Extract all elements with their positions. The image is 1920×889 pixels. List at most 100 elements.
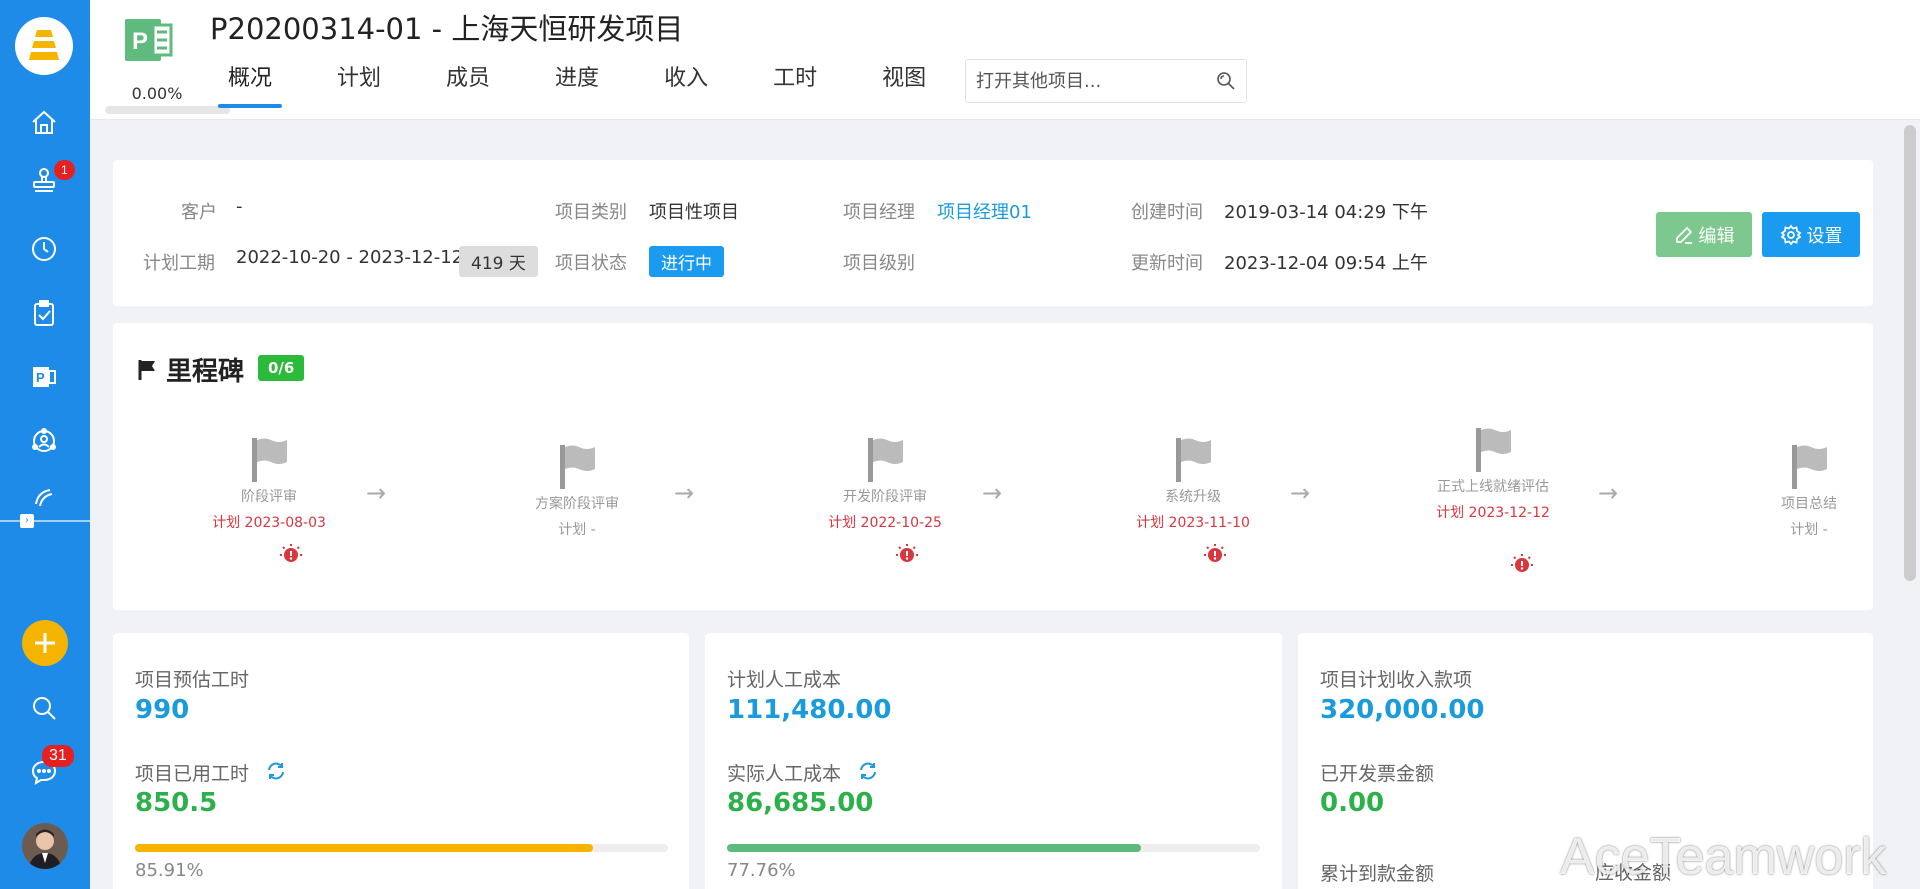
tab-progress[interactable]: 进度 (545, 62, 609, 112)
project-file-icon: P (125, 15, 175, 65)
milestone-plan: 计划 - (1790, 522, 1828, 538)
hours-progress-fill (135, 844, 593, 852)
settings-button[interactable]: 设置 (1762, 212, 1860, 257)
project-icon[interactable]: P (24, 357, 64, 397)
customer-value: - (236, 196, 243, 217)
settings-label: 设置 (1806, 225, 1843, 247)
tools-icon[interactable] (24, 486, 64, 506)
tab-members[interactable]: 成员 (436, 62, 500, 112)
clock-icon[interactable] (24, 229, 64, 269)
status-label: 项目状态 (555, 253, 627, 274)
tab-view[interactable]: 视图 (872, 62, 936, 112)
svg-text:P: P (132, 28, 148, 55)
notification-badge: 1 (54, 160, 75, 180)
created-label: 创建时间 (1131, 202, 1203, 223)
project-progress-value: 0.00% (131, 84, 183, 103)
team-icon[interactable] (24, 421, 64, 461)
cost-stat-card: 计划人工成本 111,480.00 实际人工成本 86,685.00 77.76… (705, 633, 1282, 889)
milestone-flag-icon (868, 438, 903, 482)
sidebar: 1 P › 31 (0, 0, 90, 889)
milestone-flag-icon (560, 445, 595, 489)
period-label: 计划工期 (143, 253, 215, 274)
flag-icon (138, 359, 155, 380)
plus-icon (35, 633, 55, 653)
category-label: 项目类别 (555, 202, 627, 223)
cost-percent: 77.76% (727, 860, 796, 881)
status-badge: 进行中 (649, 246, 724, 277)
milestone-count-badge: 0/6 (258, 355, 305, 381)
hours-percent: 85.91% (135, 860, 204, 881)
milestone-title: 里程碑 (136, 351, 244, 388)
project-search (965, 59, 1247, 103)
level-label: 项目级别 (843, 253, 915, 274)
manager-link[interactable]: 项目经理01 (937, 198, 1032, 224)
project-header: P 0.00% P20200314-01 - 上海天恒研发项目 概况 计划 成员… (90, 0, 1920, 120)
milestone-item[interactable]: 阶段评审 计划 2023-08-03 (199, 436, 339, 532)
search-icon[interactable] (1216, 71, 1236, 95)
received-label: 累计到款金额 (1320, 863, 1435, 885)
est-hours-label: 项目预估工时 (135, 669, 250, 691)
milestone-flag-icon (252, 438, 287, 482)
overdue-warning-icon (1510, 553, 1534, 581)
milestone-item[interactable]: 正式上线就绪评估 计划 2023-12-12 (1431, 426, 1555, 522)
milestone-name: 开发阶段评审 (843, 489, 927, 505)
tab-income[interactable]: 收入 (654, 62, 718, 112)
page-scrollbar[interactable] (1904, 125, 1916, 581)
updated-label: 更新时间 (1131, 253, 1203, 274)
message-badge: 31 (42, 745, 74, 767)
milestone-flag-icon (1176, 438, 1211, 482)
sidebar-divider (0, 520, 90, 522)
milestone-item[interactable]: 开发阶段评审 计划 2022-10-25 (815, 436, 955, 532)
milestone-plan: 计划 - (558, 522, 596, 538)
project-progress-bar (105, 106, 230, 114)
svg-text:P: P (36, 370, 45, 385)
clipboard-check-icon[interactable] (24, 293, 64, 333)
tab-hours[interactable]: 工时 (763, 62, 827, 112)
user-avatar[interactable] (22, 823, 68, 869)
category-value: 项目性项目 (649, 202, 739, 223)
arrow-right-icon: → (1290, 479, 1311, 507)
app-logo[interactable] (15, 17, 73, 75)
project-search-input[interactable] (966, 60, 1196, 102)
manager-label: 项目经理 (843, 202, 915, 223)
milestone-item[interactable]: 项目总结 计划 - (1739, 443, 1879, 539)
milestone-name: 正式上线就绪评估 (1437, 479, 1549, 495)
milestone-title-text: 里程碑 (166, 357, 245, 387)
milestone-name: 方案阶段评审 (535, 496, 619, 512)
refresh-icon[interactable] (857, 760, 879, 786)
arrow-right-icon: → (366, 479, 387, 507)
milestone-plan: 计划 2022-10-25 (828, 515, 942, 531)
tab-plan[interactable]: 计划 (327, 62, 391, 112)
milestone-item[interactable]: 方案阶段评审 计划 - (507, 443, 647, 539)
home-icon[interactable] (24, 103, 64, 143)
overdue-warning-icon (279, 543, 303, 571)
refresh-icon[interactable] (265, 760, 287, 786)
gear-icon (1780, 224, 1801, 245)
income-value: 320,000.00 (1320, 695, 1485, 725)
invoiced-label: 已开发票金额 (1320, 763, 1435, 785)
edit-button[interactable]: 编辑 (1656, 212, 1752, 257)
used-hours-label: 项目已用工时 (135, 763, 250, 785)
est-hours-value: 990 (135, 695, 190, 725)
milestone-card: 里程碑 0/6 阶段评审 计划 2023-08-03 → 方案阶段评审 计划 -… (113, 323, 1873, 610)
cost-progress-fill (727, 844, 1142, 852)
created-value: 2019-03-14 04:29 下午 (1224, 202, 1428, 223)
arrow-right-icon: → (982, 479, 1003, 507)
project-title: P20200314-01 - 上海天恒研发项目 (210, 12, 684, 46)
add-button[interactable] (22, 620, 68, 666)
plan-cost-label: 计划人工成本 (727, 669, 842, 691)
arrow-right-icon: → (1598, 479, 1619, 507)
cost-progress-bar (727, 844, 1260, 852)
brand-watermark: AceTeamwork (1560, 828, 1887, 886)
milestone-name: 项目总结 (1781, 496, 1837, 512)
milestone-plan: 计划 2023-11-10 (1136, 515, 1250, 531)
milestone-item[interactable]: 系统升级 计划 2023-11-10 (1123, 436, 1263, 532)
collapse-toggle-icon[interactable]: › (20, 514, 34, 528)
income-label: 项目计划收入款项 (1320, 669, 1473, 691)
milestone-flag-icon (1792, 445, 1827, 489)
search-icon[interactable] (24, 688, 64, 728)
actual-cost-label: 实际人工成本 (727, 763, 842, 785)
tab-overview[interactable]: 概况 (218, 62, 283, 112)
plan-cost-value: 111,480.00 (727, 695, 892, 725)
updated-value: 2023-12-04 09:54 上午 (1224, 253, 1428, 274)
